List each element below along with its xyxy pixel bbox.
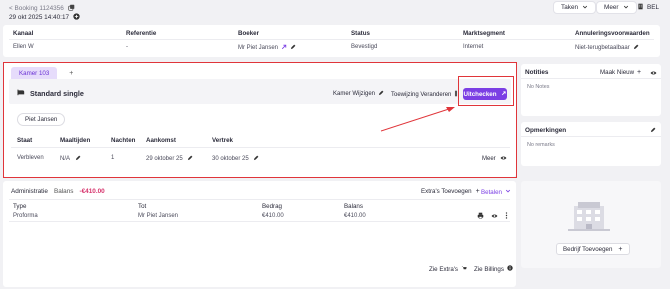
tasks-button[interactable]: Taken: [553, 1, 597, 14]
market-segment-value: Internet: [463, 44, 484, 50]
admin-header-type: Type: [13, 203, 27, 210]
remarks-divider: [521, 136, 661, 137]
new-note-button[interactable]: Maak Nieuw +: [600, 69, 641, 76]
booking-info-card: Kanaal Referentie Boeker Status Marktseg…: [3, 25, 660, 57]
administration-card: Administratie Balans -€410.00 Extra's To…: [3, 181, 516, 287]
link-icon[interactable]: [281, 44, 287, 52]
notes-empty-text: No Notes: [527, 84, 550, 90]
more-button-label: Meer: [604, 4, 619, 11]
room-card-highlight: [3, 62, 517, 178]
remarks-card: Opmerkingen No remarks: [521, 122, 661, 166]
remarks-empty-text: No remarks: [527, 142, 555, 148]
edit-icon[interactable]: [650, 127, 656, 135]
admin-balance-value: €410.00: [344, 213, 366, 219]
language-label: BEL: [647, 4, 660, 11]
back-link[interactable]: < Booking 1124356: [9, 4, 75, 13]
notes-title: Notities: [525, 69, 549, 76]
back-link-label[interactable]: < Booking 1124356: [9, 5, 64, 12]
column-header-status: Status: [351, 30, 370, 37]
reference-value: -: [126, 44, 128, 50]
column-header-channel: Kanaal: [13, 30, 34, 37]
company-card: Bedrijf Toevoegen +: [521, 181, 661, 268]
datetime-text: 29 okt 2025 14:40:17: [9, 14, 70, 22]
plus-icon: +: [637, 69, 642, 76]
print-icon[interactable]: [477, 212, 484, 221]
admin-title: Administratie: [11, 188, 48, 195]
remarks-title: Opmerkingen: [525, 127, 567, 134]
building-icon: [637, 3, 644, 12]
cancellation-value: Niet-terugbetaalbaar: [575, 45, 630, 51]
admin-header-balance: Balans: [344, 203, 363, 210]
balance-value: -€410.00: [79, 188, 105, 195]
admin-amount-value: €410.00: [262, 213, 284, 219]
admin-title-divider: [9, 199, 510, 200]
column-header-booker: Boeker: [238, 30, 259, 37]
eye-icon[interactable]: [491, 213, 498, 221]
channel-value: Ellen W: [13, 44, 34, 50]
add-extras-label: Extra's Toevoegen: [421, 188, 472, 195]
checkout-highlight: [458, 76, 514, 106]
add-extras-button[interactable]: Extra's Toevoegen +: [421, 188, 480, 195]
add-company-button[interactable]: Bedrijf Toevoegen +: [556, 243, 630, 255]
booker-value: Mr Piet Jansen: [238, 45, 279, 51]
add-company-label: Bedrijf Toevoegen: [563, 245, 613, 253]
language-selector[interactable]: BEL: [637, 3, 659, 12]
info-icon: [507, 265, 513, 273]
column-header-market-segment: Marktsegment: [463, 30, 505, 37]
chevron-down-icon: [582, 4, 588, 12]
see-extras-label: Zie Extra's: [429, 265, 459, 273]
cancellation-cell: Niet-terugbetaalbaar: [575, 44, 639, 52]
see-billings-button[interactable]: Zie Billings: [474, 265, 513, 273]
admin-header-amount: Bedrag: [262, 203, 282, 210]
admin-type-value: Proforma: [13, 213, 38, 219]
see-billings-label: Zie Billings: [474, 265, 504, 273]
admin-row-actions: [477, 212, 508, 221]
eye-icon[interactable]: [650, 70, 657, 78]
more-vertical-icon[interactable]: [505, 212, 508, 221]
add-icon[interactable]: [73, 13, 80, 22]
plus-icon: +: [475, 188, 480, 195]
new-note-label: Maak Nieuw: [600, 69, 635, 76]
booker-cell: Mr Piet Jansen: [238, 44, 296, 52]
office-building-icon: [568, 202, 610, 231]
admin-to-value: Mr Piet Jansen: [138, 213, 179, 219]
status-value: Bevestigd: [351, 44, 378, 50]
see-extras-button[interactable]: Zie Extra's: [429, 265, 467, 273]
chevron-down-icon: [623, 4, 629, 12]
plus-icon: +: [618, 245, 623, 253]
chevron-down-icon: [505, 188, 511, 196]
more-button[interactable]: Meer: [596, 1, 637, 14]
pay-button[interactable]: Betalen: [481, 188, 511, 196]
admin-header-to: Tot: [138, 203, 147, 210]
admin-title-row: Administratie Balans -€410.00: [11, 188, 105, 195]
column-header-cancellation: Annuleringsvoorwaarden: [575, 30, 650, 37]
header-divider: [9, 39, 654, 40]
edit-icon[interactable]: [633, 44, 639, 52]
balance-label: Balans: [53, 188, 74, 195]
admin-row-divider: [9, 221, 510, 222]
notes-divider: [521, 78, 661, 79]
column-header-reference: Referentie: [126, 30, 157, 37]
pay-label: Betalen: [481, 188, 502, 196]
booking-datetime: 29 okt 2025 14:40:17: [9, 13, 80, 22]
tasks-button-label: Taken: [561, 4, 579, 11]
edit-icon[interactable]: [290, 44, 296, 52]
cart-icon: [461, 265, 467, 273]
copy-icon[interactable]: [67, 4, 75, 13]
notes-card: Notities Maak Nieuw + No Notes: [521, 64, 661, 116]
